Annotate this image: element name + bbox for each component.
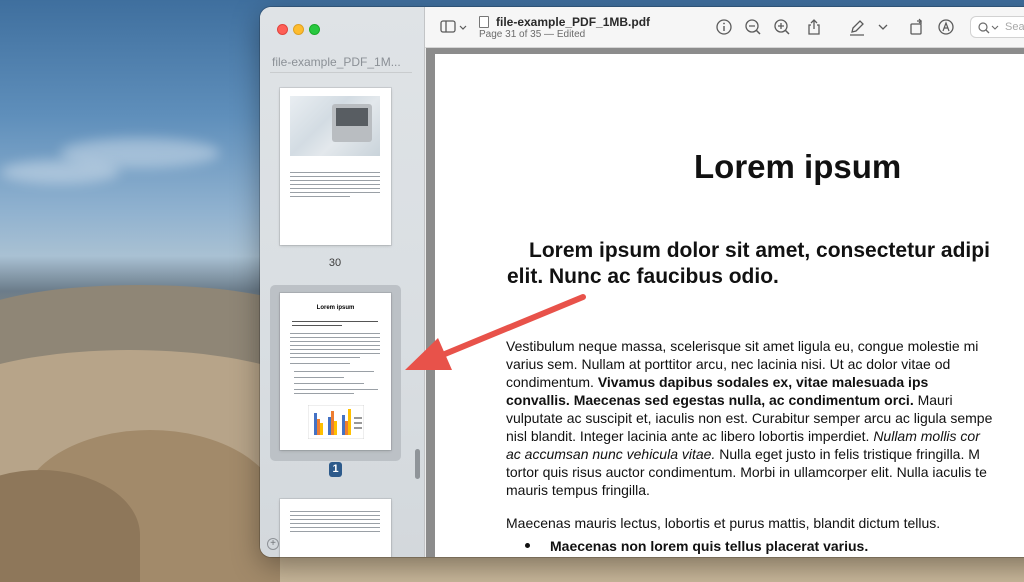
page-number: 30 <box>328 257 342 269</box>
search-icon <box>978 22 999 34</box>
zoom-out-icon <box>745 19 761 35</box>
bullet-text: Maecenas non lorem quis tellus placerat … <box>550 538 869 554</box>
body-text-line: varius sem. Nullam at porttitor arcu, ne… <box>506 356 951 372</box>
body-text-line: Vestibulum neque massa, scelerisque sit … <box>506 338 979 354</box>
annotate-button[interactable] <box>936 17 956 37</box>
zoom-out-button[interactable] <box>743 17 763 37</box>
markup-button[interactable] <box>847 17 867 37</box>
info-icon <box>716 19 732 35</box>
divider <box>270 72 412 73</box>
search-placeholder: Search <box>1005 21 1024 33</box>
sidebar-scrollbar[interactable] <box>415 449 420 479</box>
rotate-icon <box>910 18 922 35</box>
sidebar-icon <box>440 20 467 33</box>
page-thumbnail[interactable] <box>280 499 391 557</box>
document-status: Page 31 of 35 — Edited <box>479 29 586 40</box>
body-text-line: tortor quis risus auctor condimentum. Mo… <box>506 464 987 480</box>
thumbnail-sidebar: file-example_PDF_1M... 30 Lorem ipsum 1 … <box>260 7 425 557</box>
cloud <box>0 160 120 184</box>
rotate-button[interactable] <box>907 17 927 37</box>
thumbnail-chart <box>308 405 364 439</box>
page-subheading: Lorem ipsum dolor sit amet, consectetur … <box>507 239 990 288</box>
markup-dropdown[interactable] <box>876 17 890 37</box>
body-text-line: Maecenas mauris lectus, lobortis et puru… <box>506 515 941 531</box>
body-text-line: condimentum. Vivamus dapibus sodales ex,… <box>506 374 929 390</box>
bullet-point <box>525 543 530 548</box>
toolbar: file-example_PDF_1MB.pdf Page 31 of 35 —… <box>425 7 1024 48</box>
laptop-image <box>290 96 380 156</box>
zoom-in-button[interactable] <box>772 17 792 37</box>
body-text-line: convallis. Maecenas sed egestas nulla, a… <box>506 392 953 408</box>
document-view[interactable]: Lorem ipsum Lorem ipsum dolor sit amet, … <box>426 48 1024 557</box>
body-text-line: ac accumsan nunc vehicula vitae. Nulla e… <box>506 446 980 462</box>
close-button[interactable] <box>277 24 288 35</box>
page-heading: Lorem ipsum <box>694 148 902 185</box>
page-thumbnail[interactable] <box>280 88 391 245</box>
preview-window: file-example_PDF_1M... 30 Lorem ipsum 1 … <box>260 7 1024 557</box>
body-text-line: vulputate ac suscipit et, iaculis non es… <box>506 410 993 426</box>
share-button[interactable] <box>804 17 824 37</box>
body-text-line: mauris tempus fringilla. <box>506 482 650 498</box>
pen-icon <box>850 20 864 36</box>
share-icon <box>808 19 820 35</box>
annotate-icon <box>938 19 954 35</box>
pdf-page: Lorem ipsum Lorem ipsum dolor sit amet, … <box>435 54 1024 557</box>
add-page-button[interactable]: + <box>267 538 279 550</box>
chevron-down-icon <box>878 24 888 30</box>
search-field[interactable]: Search <box>970 16 1024 38</box>
sidebar-title: file-example_PDF_1M... <box>272 55 401 69</box>
zoom-in-icon <box>774 19 790 35</box>
info-button[interactable] <box>714 17 734 37</box>
page-thumbnail-selected[interactable]: Lorem ipsum <box>280 293 391 450</box>
thumbnail-heading: Lorem ipsum <box>316 305 355 311</box>
document-title: file-example_PDF_1MB.pdf <box>496 15 651 29</box>
minimize-button[interactable] <box>293 24 304 35</box>
pdf-file-icon <box>479 16 489 28</box>
sidebar-toggle-button[interactable] <box>439 17 469 37</box>
page-number-selected: 1 <box>329 462 342 477</box>
body-text-line: nisl blandit. Integer lacinia ante ac li… <box>506 428 980 444</box>
fullscreen-button[interactable] <box>309 24 320 35</box>
